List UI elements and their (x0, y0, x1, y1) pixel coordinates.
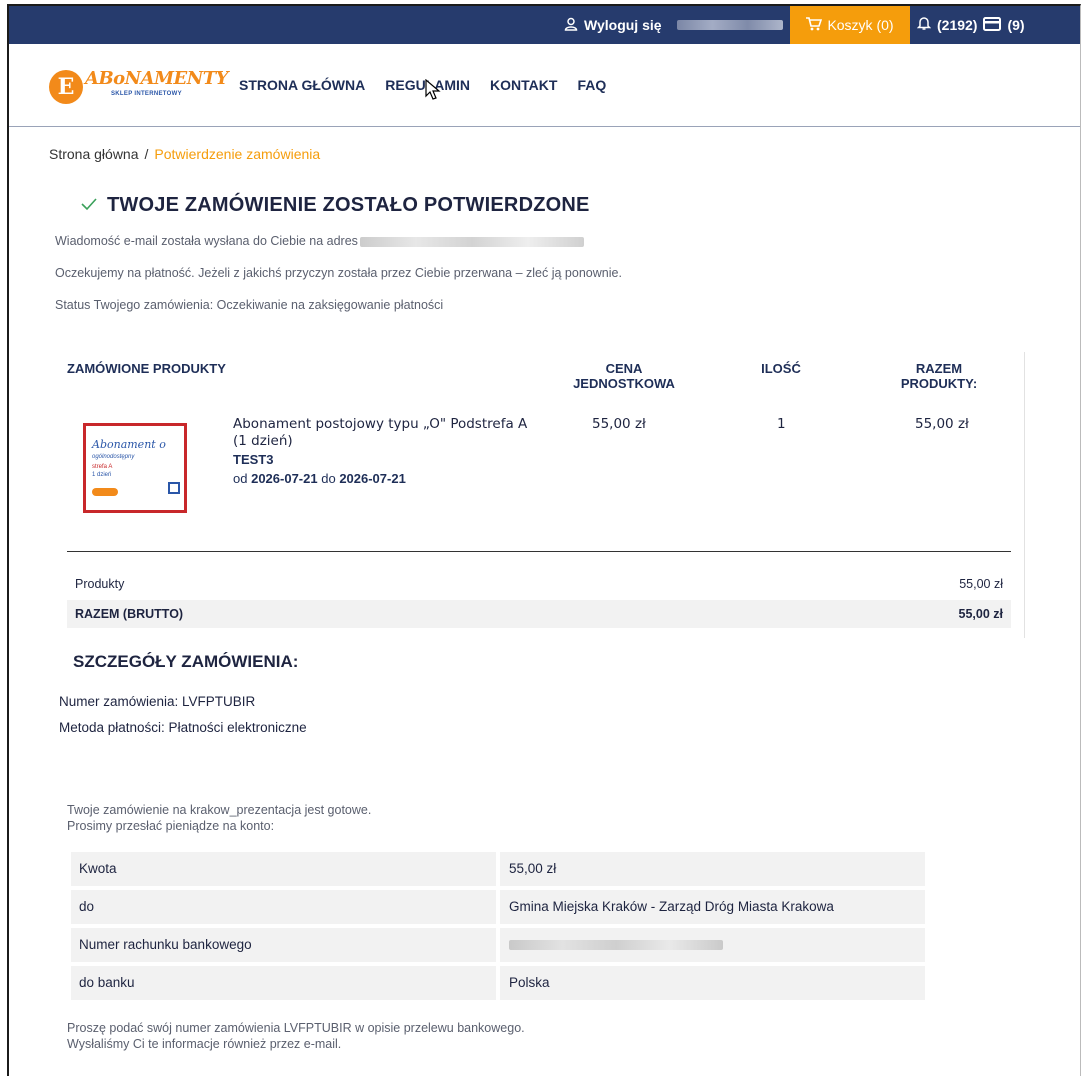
bank-recipient-value: Gmina Miejska Kraków - Zarząd Dróg Miast… (509, 899, 834, 914)
product-total: 55,00 zł (915, 416, 969, 432)
cart-label: Koszyk (0) (827, 17, 894, 33)
bank-recipient-label: do (79, 899, 95, 914)
product-code: TEST3 (233, 452, 274, 467)
logo-subtitle: SKLEP INTERNETOWY (111, 91, 182, 97)
logo-name: ABoNAMENTY (85, 68, 228, 89)
header-total-line1: RAZEM (915, 361, 963, 376)
thumb-city-icon (168, 482, 180, 494)
summary-total-value: 55,00 zł (958, 607, 1003, 621)
date-from-label: od (233, 471, 248, 486)
logo-mark: E (49, 70, 83, 104)
page-title: TWOJE ZAMÓWIENIE ZOSTAŁO POTWIERDZONE (107, 194, 590, 216)
email-sent-text: Wiadomość e-mail została wysłana do Cieb… (55, 234, 584, 248)
bank-amount-value: 55,00 zł (509, 861, 557, 876)
transfer-please-text: Prosimy przesłać pieniądze na konto: (67, 819, 275, 833)
cart-icon (806, 16, 823, 34)
card-icon[interactable] (983, 16, 1002, 34)
cards-count[interactable]: (9) (1007, 17, 1024, 33)
order-number: Numer zamówienia: LVFPTUBIR (59, 694, 256, 709)
breadcrumb-home[interactable]: Strona główna (49, 146, 139, 162)
bank-cell-divider (496, 928, 500, 962)
transfer-footer-line1: Proszę podać swój numer zamówienia LVFPT… (67, 1021, 525, 1035)
check-icon (81, 195, 97, 216)
bell-icon[interactable] (916, 16, 932, 34)
bank-row-amount: Kwota 55,00 zł (71, 852, 925, 886)
transfer-ready-text: Twoje zamówienie na krakow_prezentacja j… (67, 803, 372, 817)
logout-link[interactable]: Wyloguj się (564, 6, 662, 44)
summary-separator (67, 551, 1011, 552)
summary-total-label: RAZEM (BRUTTO) (75, 607, 184, 621)
bank-amount-label: Kwota (79, 861, 117, 876)
nav-contact[interactable]: KONTAKT (490, 77, 557, 93)
transfer-footer: Proszę podać swój numer zamówienia LVFPT… (67, 1020, 525, 1052)
cart-button[interactable]: Koszyk (0) (790, 6, 910, 44)
thumb-line3: strefa A (92, 464, 113, 470)
product-quantity: 1 (777, 416, 786, 432)
product-name[interactable]: Abonament postojowy typu „O" Podstrefa A… (233, 416, 533, 450)
bank-row-account: Numer rachunku bankowego (71, 928, 925, 962)
summary-products-value: 55,00 zł (959, 577, 1003, 591)
notifications-count[interactable]: (2192) (937, 17, 977, 33)
bank-row-bank: do banku Polska (71, 966, 925, 1000)
header-products: ZAMÓWIONE PRODUKTY (67, 361, 226, 376)
bank-cell-divider (496, 966, 500, 1000)
order-details-title: SZCZEGÓŁY ZAMÓWIENIA: (73, 652, 299, 671)
date-to: 2026-07-21 (339, 471, 406, 486)
nav-faq[interactable]: FAQ (577, 77, 606, 93)
transfer-footer-line2: Wysłaliśmy Ci te informacje również prze… (67, 1037, 342, 1051)
nav-home[interactable]: STRONA GŁÓWNA (239, 77, 365, 93)
email-redacted (359, 236, 584, 247)
site-logo[interactable]: E ABoNAMENTY SKLEP INTERNETOWY (49, 66, 228, 108)
thumb-title: Abonament o (92, 438, 166, 451)
top-bar: Wyloguj się Koszyk (0) (2192) (9) (9, 6, 1080, 44)
breadcrumb-current: Potwierdzenie zamówienia (154, 146, 321, 162)
header-quantity: ILOŚĆ (761, 361, 801, 376)
product-thumbnail[interactable]: Abonament o ogólnodostępny strefa A 1 dz… (83, 423, 187, 513)
summary-products-label: Produkty (75, 577, 125, 591)
date-from: 2026-07-21 (251, 471, 318, 486)
header-unit-price: CENA JEDNOSTKOWA (564, 361, 684, 391)
header-total-line2: PRODUKTY: (900, 376, 978, 391)
payment-method: Metoda płatności: Płatności elektroniczn… (59, 720, 307, 735)
logout-label: Wyloguj się (584, 17, 662, 33)
site-header: E ABoNAMENTY SKLEP INTERNETOWY STRONA GŁ… (9, 44, 1080, 127)
bank-account-label: Numer rachunku bankowego (79, 937, 252, 952)
mouse-cursor-icon (425, 79, 441, 100)
payment-pending-text: Oczekujemy na płatność. Jeżeli z jakichś… (55, 266, 622, 280)
summary-total-row: RAZEM (BRUTTO) 55,00 zł (67, 600, 1011, 628)
thumb-line4: 1 dzień (92, 472, 112, 478)
header-total: RAZEM PRODUKTY: (894, 361, 984, 391)
product-unit-price: 55,00 zł (592, 416, 646, 432)
account-number-redacted (509, 940, 723, 951)
bank-bank-label: do banku (79, 975, 135, 990)
breadcrumb-separator: / (144, 146, 149, 162)
header-unit-price-line1: CENA (605, 361, 643, 376)
bank-bank-value: Polska (509, 975, 550, 990)
date-to-label: do (321, 471, 336, 486)
bank-account-value (509, 937, 723, 952)
breadcrumb: Strona główna / Potwierdzenie zamówienia (49, 146, 320, 162)
bank-cell-divider (496, 890, 500, 924)
email-sent-label: Wiadomość e-mail została wysłana do Cieb… (55, 234, 358, 248)
browser-viewport: Wyloguj się Koszyk (0) (2192) (9) E ABoN… (7, 4, 1081, 1076)
header-unit-price-line2: JEDNOSTKOWA (573, 376, 675, 391)
order-status-text: Status Twojego zamówienia: Oczekiwanie n… (55, 298, 444, 312)
bank-row-recipient: do Gmina Miejska Kraków - Zarząd Dróg Mi… (71, 890, 925, 924)
product-dates: od 2026-07-21 do 2026-07-21 (233, 471, 406, 486)
username-redacted (677, 20, 783, 30)
user-icon (564, 17, 578, 34)
summary-products-row: Produkty 55,00 zł (67, 570, 1011, 598)
thumb-logo (92, 488, 118, 496)
topbar-counters: (2192) (9) (916, 6, 1025, 44)
bank-cell-divider (496, 852, 500, 886)
confirmation-heading: TWOJE ZAMÓWIENIE ZOSTAŁO POTWIERDZONE (81, 194, 590, 217)
main-nav: STRONA GŁÓWNA REGULAMIN KONTAKT FAQ (239, 44, 606, 126)
thumb-line2: ogólnodostępny (92, 454, 135, 460)
transfer-intro: Twoje zamówienie na krakow_prezentacja j… (67, 802, 371, 834)
products-divider (1024, 352, 1025, 638)
